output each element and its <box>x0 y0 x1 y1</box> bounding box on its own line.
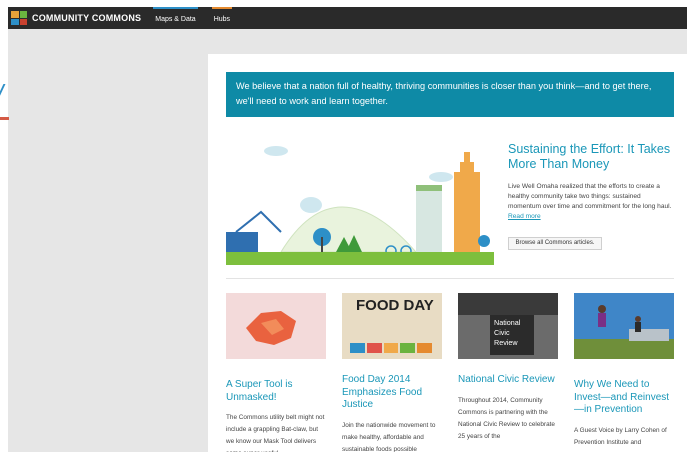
civic-review-image-text: National Civic Review <box>490 315 534 355</box>
top-navigation-bar: COMMUNITY COMMONS Maps & Data Hubs <box>8 7 687 29</box>
card-summary: Throughout 2014, Community Commons is pa… <box>458 396 555 440</box>
national-civic-review-thumbnail[interactable]: National Civic Review <box>458 293 558 359</box>
card-summary: The Commons utility belt might not inclu… <box>226 414 325 452</box>
nav-maps-data[interactable]: Maps & Data <box>153 7 198 29</box>
card-summary: Join the nationwide movement to make hea… <box>342 421 436 452</box>
photo-background <box>458 293 558 315</box>
feature-summary: Live Well Omaha realized that the effort… <box>508 182 673 222</box>
community-commons-logo-icon[interactable] <box>11 11 27 25</box>
side-decoration: / <box>0 73 9 123</box>
food-day-thumbnail[interactable]: FOOD DAY <box>342 293 442 359</box>
partial-logo-glyph: / <box>0 79 3 110</box>
read-more-link[interactable]: Read more <box>508 213 541 220</box>
nav-hubs[interactable]: Hubs <box>211 7 233 29</box>
article-card: A Super Tool is Unmasked! The Commons ut… <box>226 293 326 452</box>
skateboarders-thumbnail[interactable] <box>574 293 674 359</box>
card-summary: A Guest Voice by Larry Cohen of Preventi… <box>574 426 667 446</box>
article-card: National Civic Review National Civic Rev… <box>458 293 558 443</box>
card-title-link[interactable]: Why We Need to Invest—and Reinvest—in Pr… <box>574 379 674 417</box>
section-divider <box>226 278 674 279</box>
card-title-link[interactable]: Food Day 2014 Emphasizes Food Justice <box>342 374 442 412</box>
partial-underline <box>0 117 9 120</box>
food-day-color-bar <box>350 343 434 353</box>
map-thumbnail[interactable] <box>226 293 326 359</box>
browser-viewport: / COMMUNITY COMMONS Maps & Data Hubs We … <box>0 0 687 452</box>
food-day-image-text: FOOD DAY <box>356 297 434 314</box>
brand-name[interactable]: COMMUNITY COMMONS <box>32 13 141 23</box>
feature-illustration[interactable] <box>226 137 494 265</box>
mission-banner: We believe that a nation full of healthy… <box>226 72 674 117</box>
browse-articles-button[interactable]: Browse all Commons articles. <box>508 237 602 250</box>
article-card: FOOD DAY Food Day 2014 Emphasizes Food J… <box>342 293 442 452</box>
card-title-link[interactable]: National Civic Review <box>458 374 558 387</box>
feature-summary-text: Live Well Omaha realized that the effort… <box>508 183 672 210</box>
article-card: Why We Need to Invest—and Reinvest—in Pr… <box>574 293 674 449</box>
feature-title-link[interactable]: Sustaining the Effort: It Takes More Tha… <box>508 142 678 172</box>
card-title-link[interactable]: A Super Tool is Unmasked! <box>226 379 326 404</box>
main-content-panel: We believe that a nation full of healthy… <box>208 54 687 452</box>
